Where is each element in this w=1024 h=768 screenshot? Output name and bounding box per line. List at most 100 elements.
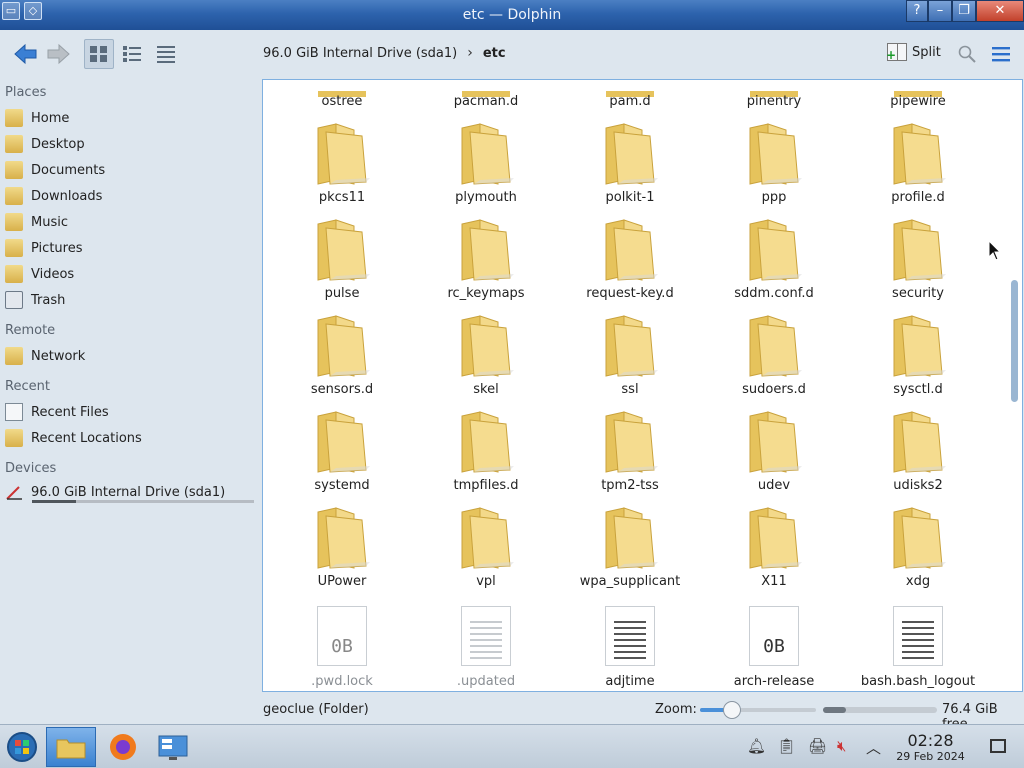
notifications-icon[interactable]: 🔔︎	[747, 737, 766, 755]
trash-icon	[5, 291, 23, 309]
file-item[interactable]: sudoers.d	[704, 314, 844, 410]
back-button[interactable]	[8, 39, 42, 69]
file-item-name: skel	[473, 382, 499, 397]
file-item[interactable]: 0B .pwd.lock	[272, 602, 412, 691]
icons-view-button[interactable]	[84, 39, 114, 69]
volume-muted-icon[interactable]: 🔇︎	[837, 737, 846, 755]
file-item[interactable]: vpl	[416, 506, 556, 602]
file-item-name: tpm2-tss	[601, 478, 659, 493]
file-item[interactable]: .updated	[416, 602, 556, 691]
mouse-cursor-icon	[988, 240, 1002, 261]
documents-folder-icon	[5, 161, 23, 179]
file-item[interactable]: ssl	[560, 314, 700, 410]
file-item[interactable]: adjtime	[560, 602, 700, 691]
file-item[interactable]: X11	[704, 506, 844, 602]
file-item[interactable]: tpm2-tss	[560, 410, 700, 506]
sidebar-item-desktop[interactable]: Desktop	[5, 132, 255, 156]
sidebar-item-recent-locations[interactable]: Recent Locations	[5, 426, 255, 450]
device-notifier-icon[interactable]: 🖨︎	[808, 737, 827, 755]
close-button[interactable]: ✕	[976, 0, 1024, 22]
devices-heading: Devices	[5, 461, 57, 476]
scrollbar-thumb[interactable]	[1011, 280, 1018, 402]
file-item[interactable]: pacman.d	[416, 80, 556, 109]
sidebar-item-label: Videos	[31, 266, 75, 282]
file-item[interactable]: profile.d	[848, 122, 988, 218]
file-item-name: polkit-1	[605, 190, 655, 205]
file-item[interactable]: request-key.d	[560, 218, 700, 314]
start-orb-icon	[7, 732, 37, 762]
start-menu-button[interactable]	[2, 727, 42, 767]
file-item[interactable]: sysctl.d	[848, 314, 988, 410]
file-item[interactable]: xdg	[848, 506, 988, 602]
breadcrumb-drive[interactable]: 96.0 GiB Internal Drive (sda1)	[263, 46, 457, 61]
sidebar-item-network[interactable]: Network	[5, 344, 255, 368]
file-item[interactable]: sensors.d	[272, 314, 412, 410]
file-item[interactable]: pipewire	[848, 80, 988, 109]
file-item[interactable]: sddm.conf.d	[704, 218, 844, 314]
details-view-button[interactable]	[151, 39, 181, 69]
sidebar-item-label: Music	[31, 214, 68, 230]
file-item[interactable]: plymouth	[416, 122, 556, 218]
home-folder-icon	[5, 109, 23, 127]
breadcrumb-current[interactable]: etc	[483, 46, 506, 61]
show-desktop-icon[interactable]	[990, 739, 1006, 753]
forward-button[interactable]	[42, 39, 76, 69]
maximize-button[interactable]: ❐	[952, 0, 976, 22]
file-item[interactable]: UPower	[272, 506, 412, 602]
help-button[interactable]: ?	[906, 0, 928, 22]
file-item[interactable]: skel	[416, 314, 556, 410]
sidebar-item-label: Desktop	[31, 136, 85, 152]
compact-view-button[interactable]	[117, 39, 147, 69]
taskbar-dolphin[interactable]	[46, 727, 96, 767]
folder-icon	[893, 219, 946, 281]
file-item-name: adjtime	[605, 674, 655, 689]
file-item[interactable]: pam.d	[560, 80, 700, 109]
sidebar-item-videos[interactable]: Videos	[5, 262, 255, 286]
file-item[interactable]: wpa_supplicant	[560, 506, 700, 602]
file-item[interactable]: security	[848, 218, 988, 314]
file-item[interactable]: polkit-1	[560, 122, 700, 218]
remote-heading: Remote	[5, 323, 56, 338]
split-button[interactable]: + Split	[886, 43, 941, 62]
taskbar-firefox[interactable]	[100, 727, 146, 767]
breadcrumb: 96.0 GiB Internal Drive (sda1) › etc	[263, 45, 506, 61]
sidebar-item-downloads[interactable]: Downloads	[5, 184, 255, 208]
file-item[interactable]: 0B arch-release	[704, 602, 844, 691]
vertical-scrollbar[interactable]	[1007, 80, 1022, 691]
hamburger-menu-icon	[992, 47, 1010, 62]
zoom-slider[interactable]	[700, 701, 816, 719]
file-item[interactable]: tmpfiles.d	[416, 410, 556, 506]
clipboard-icon[interactable]: 📋︎	[777, 737, 796, 755]
clock-time: 02:28	[907, 731, 954, 750]
file-view[interactable]: ostree pacman.d pam.d pinentry pipewire pkcs1…	[262, 79, 1023, 692]
file-item[interactable]: udisks2	[848, 410, 988, 506]
file-item[interactable]: pinentry	[704, 80, 844, 109]
file-item-name: UPower	[317, 574, 367, 589]
file-item[interactable]: udev	[704, 410, 844, 506]
menu-button[interactable]	[989, 43, 1013, 65]
sidebar-item-pictures[interactable]: Pictures	[5, 236, 255, 260]
sidebar-item-documents[interactable]: Documents	[5, 158, 255, 182]
file-item[interactable]: ostree	[272, 80, 412, 109]
file-item[interactable]: pkcs11	[272, 122, 412, 218]
zoom-slider-handle[interactable]	[723, 701, 742, 719]
search-button[interactable]	[955, 43, 979, 65]
file-item[interactable]: bash.bash_logout	[848, 602, 988, 691]
sidebar-item-music[interactable]: Music	[5, 210, 255, 234]
file-item[interactable]: ppp	[704, 122, 844, 218]
sidebar-item-trash[interactable]: Trash	[5, 288, 255, 312]
file-item[interactable]: systemd	[272, 410, 412, 506]
folder-icon	[749, 219, 802, 281]
file-item[interactable]: pulse	[272, 218, 412, 314]
tray-expand-icon[interactable]: ︿	[866, 737, 881, 758]
file-item[interactable]: rc_keymaps	[416, 218, 556, 314]
sidebar-item-home[interactable]: Home	[5, 106, 255, 130]
minimize-button[interactable]: –	[928, 0, 952, 22]
file-item-name: sudoers.d	[742, 382, 806, 397]
taskbar-system-settings[interactable]	[150, 727, 196, 767]
window-controls: ? – ❐ ✕	[906, 0, 1024, 22]
sidebar-item-recent-files[interactable]: Recent Files	[5, 400, 255, 424]
clock[interactable]: 02:28 29 Feb 2024	[893, 731, 968, 763]
forward-arrow-icon	[47, 43, 70, 65]
file-size-badge: 0B	[331, 636, 353, 657]
